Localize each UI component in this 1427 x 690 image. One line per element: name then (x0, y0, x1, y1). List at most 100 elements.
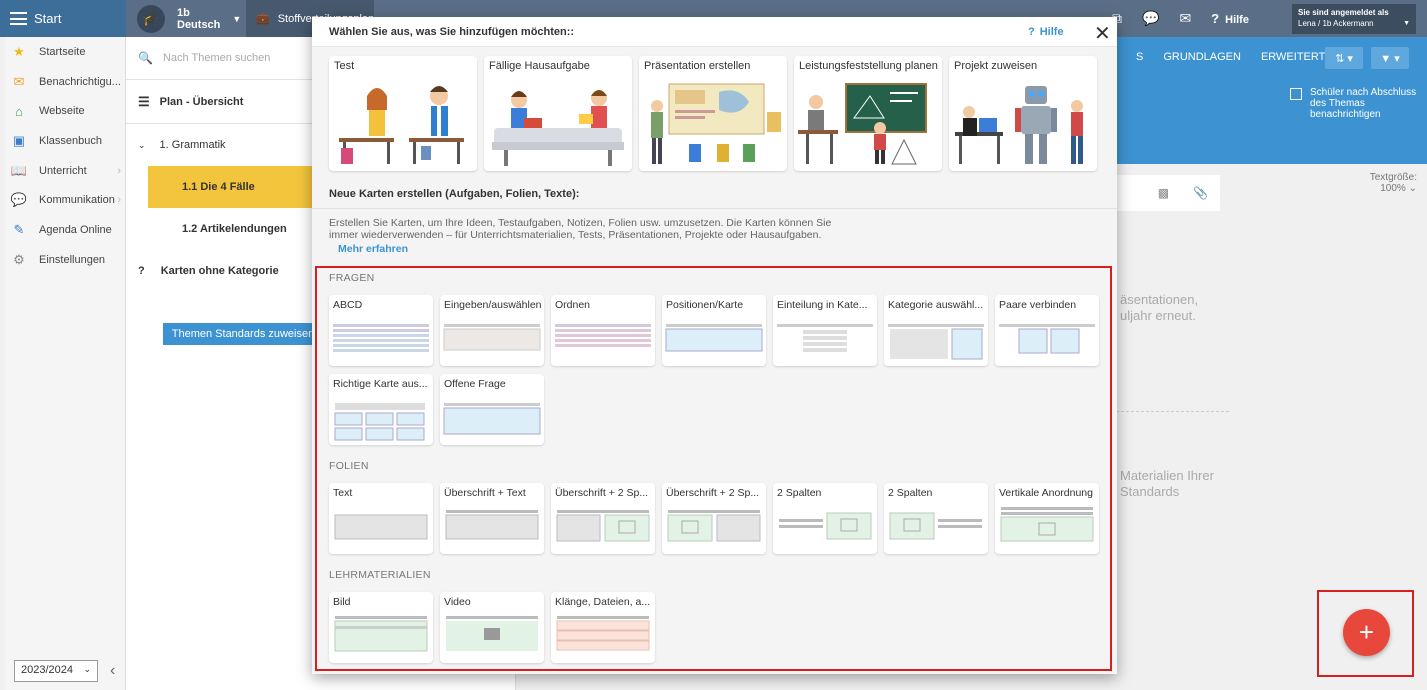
add-button[interactable]: + (1343, 609, 1390, 656)
search-input[interactable]: Nach Themen suchen (163, 52, 270, 64)
card-title: Präsentation erstellen (644, 60, 751, 72)
learn-more-link[interactable]: Mehr erfahren (338, 243, 1100, 255)
heading-two-columns-preview (556, 510, 650, 542)
sidebar-item-agenda-online[interactable]: ✎ Agenda Online (5, 215, 125, 245)
tab-grundlagen[interactable]: GRUNDLAGEN (1163, 51, 1241, 63)
card-title: Offene Frage (444, 378, 506, 390)
sidebar-item-startseite[interactable]: ★ Startseite (5, 37, 125, 67)
card-praesentation-erstellen[interactable]: Präsentation erstellen (639, 56, 787, 171)
sidebar-item-label: Agenda Online (39, 223, 112, 236)
card-offene-frage[interactable]: Offene Frage (440, 374, 544, 445)
card-ordnen[interactable]: Ordnen (551, 295, 655, 366)
sidebar-item-webseite[interactable]: ⌂ Webseite (5, 96, 125, 126)
book-icon: ▣ (12, 132, 26, 148)
chevron-down-icon: ▼ (1403, 20, 1410, 27)
envelope-icon: ✉ (13, 73, 25, 89)
card-folie-2-spalten-a[interactable]: 2 Spalten (773, 483, 877, 554)
chevron-down-icon: ▼ (232, 14, 242, 24)
project-robot-illustration (955, 86, 1083, 164)
close-icon[interactable]: ✕ (1094, 21, 1111, 46)
card-folie-ueberschrift-2-spalten-a[interactable]: Überschrift + 2 Sp... (551, 483, 655, 554)
hamburger-icon (10, 12, 27, 25)
chevron-down-icon: ⌄ (1408, 183, 1417, 194)
list-icon: ☰ (138, 93, 150, 109)
sidebar-item-benachrichtigungen[interactable]: ✉ Benachrichtigu... (5, 67, 125, 97)
dialog-help-link[interactable]: ? Hilfe (1028, 26, 1064, 38)
card-klaenge-dateien[interactable]: Klänge, Dateien, a... (551, 592, 655, 663)
notify-students-checkbox[interactable]: Schüler nach Abschluss des Themas benach… (1290, 87, 1425, 120)
card-title: Test (334, 60, 355, 72)
info-line: immer wiederverwenden – für Unterrichtsm… (329, 229, 822, 241)
start-menu-button[interactable]: Start (0, 0, 126, 37)
card-paare-verbinden[interactable]: Paare verbinden (995, 295, 1099, 366)
user-heading: Sie sind angemeldet als (1298, 8, 1389, 17)
school-year-select[interactable]: 2023/2024 ⌄ (14, 660, 98, 682)
card-folie-ueberschrift-2-spalten-b[interactable]: Überschrift + 2 Sp... (662, 483, 766, 554)
attachment-icon[interactable]: 📎 (1193, 186, 1208, 200)
class-name: 1b (177, 7, 190, 19)
card-faellige-hausaufgabe[interactable]: Fällige Hausaufgabe (484, 56, 632, 171)
card-title: Positionen/Karte (666, 299, 744, 311)
image-icon[interactable]: ▩ (1158, 186, 1169, 200)
card-title: Einteilung in Kate... (777, 299, 868, 311)
user-menu[interactable]: Sie sind angemeldet als Lena / 1b Ackerm… (1292, 4, 1416, 34)
card-folie-text[interactable]: Text (329, 483, 433, 554)
help-link[interactable]: ? Hilfe (1211, 11, 1249, 26)
empty-state-text: äsentationen, uljahr erneut. (1120, 292, 1198, 324)
card-eingeben-auswaehlen[interactable]: Eingeben/auswählen (440, 295, 544, 366)
tab-s[interactable]: S (1136, 51, 1143, 63)
card-leistungsfeststellung-planen[interactable]: Leistungsfeststellung planen (794, 56, 942, 171)
vertical-layout-preview (1000, 507, 1094, 542)
empty-text-line: äsentationen, (1120, 292, 1199, 307)
card-video[interactable]: Video (440, 592, 544, 663)
sidebar-item-einstellungen[interactable]: ⚙ Einstellungen (5, 245, 125, 275)
card-projekt-zuweisen[interactable]: Projekt zuweisen (949, 56, 1097, 171)
card-kategorie-auswaehlen[interactable]: Kategorie auswähl... (884, 295, 988, 366)
card-folie-vertikale-anordnung[interactable]: Vertikale Anordnung (995, 483, 1099, 554)
two-columns-preview (779, 512, 872, 540)
card-richtige-karte-auswaehlen[interactable]: Richtige Karte aus... (329, 374, 433, 445)
new-cards-heading: Neue Karten erstellen (Aufgaben, Folien,… (329, 188, 580, 200)
card-einteilung-in-kategorien[interactable]: Einteilung in Kate... (773, 295, 877, 366)
sidebar-item-klassenbuch[interactable]: ▣ Klassenbuch (5, 126, 125, 156)
graduation-cap-icon: 🎓 (137, 5, 165, 33)
chat-icon[interactable]: 💬 (1142, 10, 1159, 27)
chevron-down-icon: ⌄ (83, 664, 91, 674)
image-material-preview (334, 616, 428, 652)
text-size-control[interactable]: Textgröße: 100% ⌄ (1352, 172, 1417, 194)
empty-text-line: Standards (1120, 484, 1180, 499)
filter-button[interactable]: ▼ ▾ (1371, 47, 1409, 69)
assign-standards-button[interactable]: Themen Standards zuweisen (163, 323, 323, 345)
sidebar-item-unterricht[interactable]: 📖 Unterricht › (5, 156, 125, 186)
uncategorized-label: Karten ohne Kategorie (160, 265, 279, 277)
sidebar-item-label: Einstellungen (39, 253, 106, 266)
tab-erweitert[interactable]: ERWEITERT (1261, 51, 1325, 63)
sidebar-item-kommunikation[interactable]: 💬 Kommunikation › (5, 185, 125, 215)
sidebar: ★ Startseite ✉ Benachrichtigu... ⌂ Webseite… (5, 37, 126, 690)
sort-button[interactable]: ⇅ ▾ (1325, 47, 1363, 69)
collapse-sidebar-icon[interactable]: ‹ (110, 662, 115, 680)
sidebar-item-label: Unterricht (39, 164, 87, 177)
add-content-dialog: Wählen Sie aus, was Sie hinzufügen möcht… (312, 17, 1117, 674)
star-icon: ★ (13, 43, 25, 59)
checkbox[interactable] (1290, 88, 1302, 100)
topic-item-label: 1.2 Artikelendungen (182, 223, 287, 235)
info-line: Erstellen Sie Karten, um Ihre Ideen, Tes… (329, 217, 832, 229)
class-selector[interactable]: 🎓 1b Deutsch ▼ (137, 5, 241, 33)
card-abcd[interactable]: ABCD (329, 295, 433, 366)
card-folie-ueberschrift-text[interactable]: Überschrift + Text (440, 483, 544, 554)
pick-card-preview (334, 403, 425, 441)
card-title: 2 Spalten (888, 487, 933, 499)
card-title: Text (333, 487, 353, 499)
order-preview (555, 324, 651, 347)
mail-icon[interactable]: ✉ (1179, 10, 1191, 27)
card-title: Überschrift + Text (444, 487, 526, 499)
empty-state-text: Materialien Ihrer Standards (1120, 468, 1214, 500)
empty-text-line: uljahr erneut. (1120, 308, 1196, 323)
card-title: Bild (333, 596, 351, 608)
card-positionen-karte[interactable]: Positionen/Karte (662, 295, 766, 366)
card-folie-2-spalten-b[interactable]: 2 Spalten (884, 483, 988, 554)
filter-icon: ▼ ▾ (1380, 52, 1400, 65)
card-test[interactable]: Test (329, 56, 477, 171)
card-bild[interactable]: Bild (329, 592, 433, 663)
